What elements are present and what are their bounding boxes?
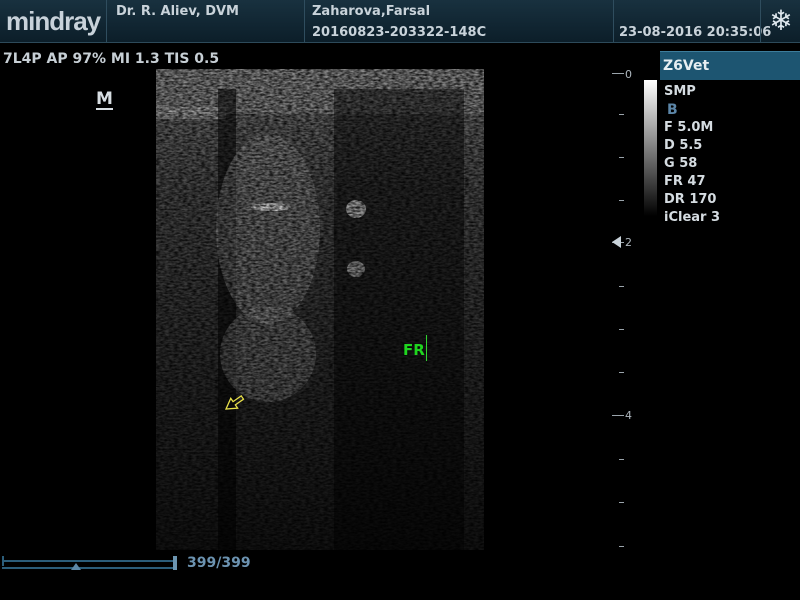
orientation-marker: M (96, 89, 113, 110)
depth-label: 4 (625, 409, 632, 422)
param-dynamic-range: DR 170 (664, 192, 717, 207)
model-tab: Z6Vet (660, 51, 800, 80)
acoustic-output-info: 7L4P AP 97% MI 1.3 TIS 0.5 (3, 51, 220, 67)
depth-tick (612, 415, 624, 416)
depth-tick (619, 329, 624, 330)
imaging-parameters: SMP B F 5.0M D 5.5 G 58 FR 47 DR 170 iCl… (664, 83, 720, 227)
frame-counter: 399/399 (187, 555, 251, 571)
param-frequency: F 5.0M (664, 120, 714, 135)
cine-track[interactable] (2, 560, 176, 562)
cine-playhead[interactable] (173, 556, 177, 570)
depth-tick (619, 546, 624, 547)
ultrasound-texture (156, 69, 484, 550)
cine-track-bottom (2, 567, 176, 569)
header-divider (760, 0, 761, 42)
date-time: 23-08-2016 20:35:06 (619, 25, 772, 40)
header-divider (106, 0, 107, 42)
depth-tick (619, 286, 624, 287)
param-gain: G 58 (664, 156, 698, 171)
operator-name: Dr. R. Aliev, DVM (116, 4, 239, 19)
text-cursor (426, 335, 427, 361)
patient-name: Zaharova,Farsal (312, 4, 431, 19)
header-divider (304, 0, 305, 42)
depth-label: 2 (625, 236, 632, 249)
depth-tick (619, 502, 624, 503)
snowflake-icon[interactable]: ❄ (766, 6, 796, 36)
param-frame-rate: FR 47 (664, 174, 706, 189)
top-header: mindray Dr. R. Aliev, DVM Zaharova,Farsa… (0, 0, 800, 43)
annotation-text[interactable]: FR (403, 341, 425, 359)
exam-id: 20160823-203322-148C (312, 25, 487, 40)
header-divider (613, 0, 614, 42)
depth-tick (619, 459, 624, 460)
depth-tick (619, 200, 624, 201)
cine-marker-icon[interactable] (71, 563, 81, 570)
param-smp: SMP (664, 84, 696, 99)
param-iclear: iClear 3 (664, 210, 721, 225)
model-name: Z6Vet (663, 58, 710, 74)
depth-label: 0 (625, 68, 632, 81)
ultrasound-image[interactable] (156, 69, 484, 550)
brand-logo: mindray (6, 6, 101, 36)
grayscale-bar (644, 80, 657, 216)
depth-tick (619, 372, 624, 373)
depth-tick (619, 114, 624, 115)
depth-tick (619, 157, 624, 158)
param-mode: B (667, 102, 678, 118)
focus-marker-icon[interactable] (612, 236, 621, 248)
depth-tick (612, 73, 624, 74)
param-depth: D 5.5 (664, 138, 703, 153)
